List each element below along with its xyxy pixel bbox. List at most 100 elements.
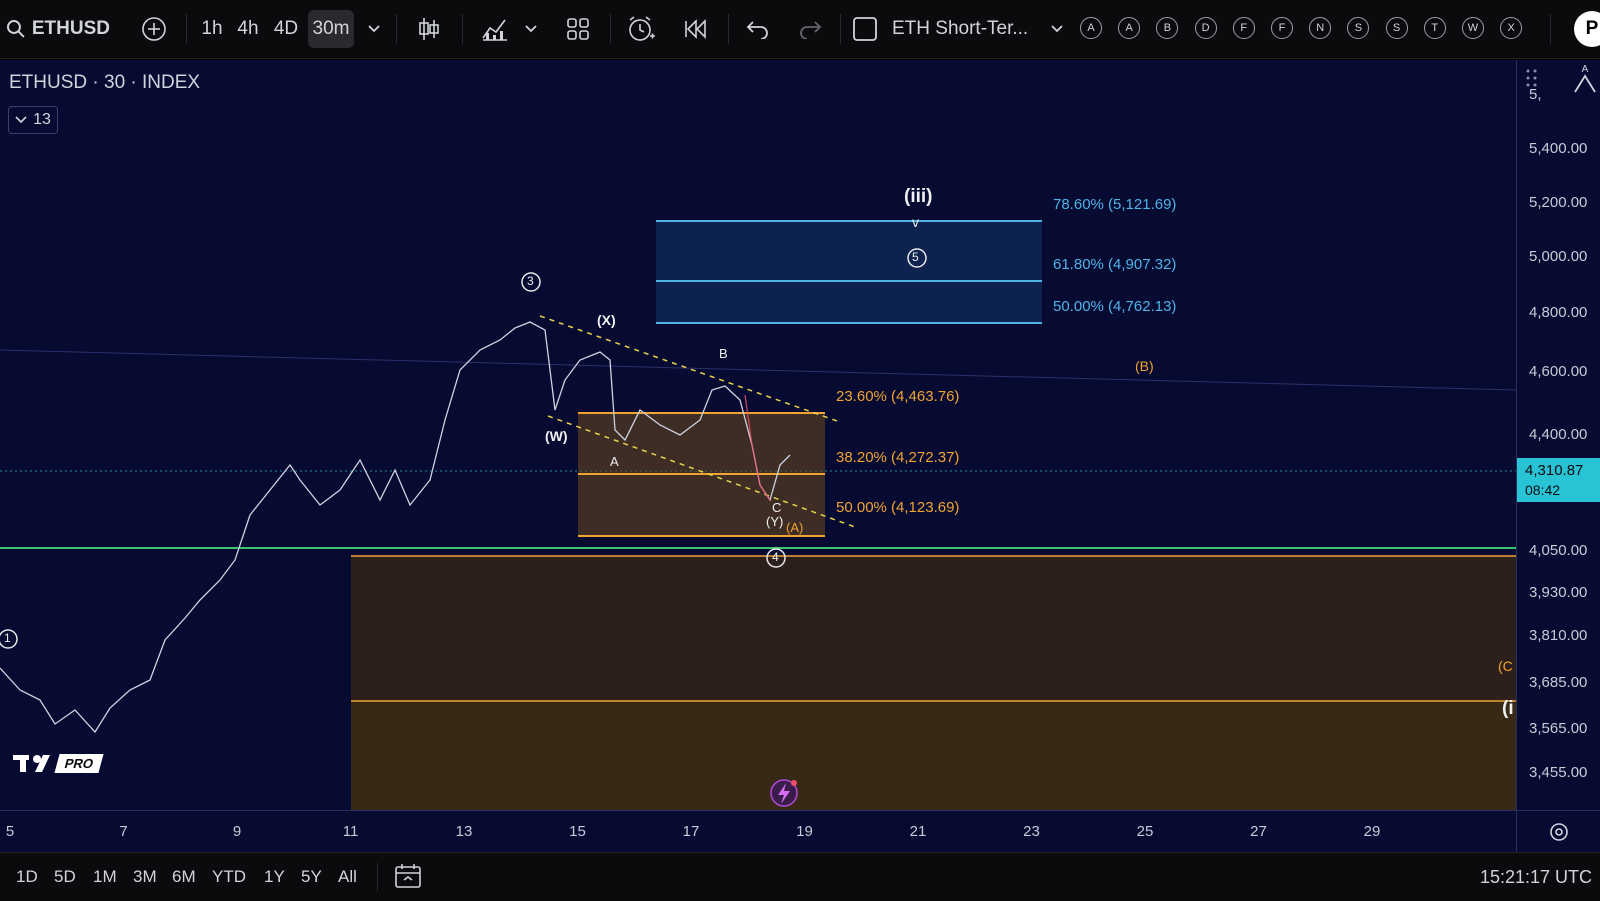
- top-toolbar: ETHUSD 1h 4h 4D 30m ETH Short-Ter... A A…: [0, 0, 1600, 59]
- watchlist-letter-w[interactable]: W: [1462, 17, 1484, 39]
- range-button-3m[interactable]: 3M: [133, 867, 157, 887]
- indicators-icon: [482, 19, 507, 41]
- price-axis-label: 4,400.00: [1529, 426, 1588, 443]
- square-icon: [853, 17, 877, 41]
- wave-label-w: (W): [545, 428, 568, 444]
- fib-upper-label-500: 50.00% (4,762.13): [1053, 298, 1177, 315]
- redo-button[interactable]: [794, 10, 826, 48]
- chevron-down-icon: [15, 116, 27, 124]
- watchlist-letter-x[interactable]: X: [1500, 17, 1523, 39]
- price-axis-label: 4,800.00: [1529, 304, 1588, 321]
- price-axis-label: 3,455.00: [1529, 764, 1588, 781]
- chart-legend-title: ETHUSD · 30 · INDEX: [9, 72, 201, 93]
- redo-icon: [800, 21, 822, 39]
- layout-grid-button[interactable]: [562, 10, 594, 48]
- watchlist-letter-b[interactable]: B: [1156, 17, 1179, 39]
- indicator-count: 13: [33, 111, 51, 128]
- chart-type-button[interactable]: [412, 10, 446, 48]
- settings-gear-icon[interactable]: [1547, 820, 1571, 844]
- add-circle-icon: [142, 17, 166, 41]
- wave-label-b: B: [719, 346, 728, 361]
- price-axis-label: 3,685.00: [1529, 674, 1588, 691]
- go-to-date-button[interactable]: [394, 863, 424, 891]
- indicators-button[interactable]: [478, 10, 512, 48]
- utc-clock[interactable]: 15:21:17 UTC: [1480, 867, 1592, 888]
- price-axis-label: 5,200.00: [1529, 194, 1588, 211]
- timeframe-dropdown[interactable]: [362, 10, 386, 48]
- auto-scale-icon[interactable]: A: [1573, 62, 1597, 96]
- range-button-6m[interactable]: 6M: [172, 867, 196, 887]
- price-axis-label: 3,565.00: [1529, 720, 1588, 737]
- layout-checkbox[interactable]: [850, 10, 880, 48]
- price-axis-label: 4,600.00: [1529, 363, 1588, 380]
- current-price-badge: 4,310.87 08:42: [1517, 458, 1600, 502]
- wave-label-paren-b: (B): [1135, 358, 1154, 374]
- timeframe-4d[interactable]: 4D: [268, 10, 304, 48]
- tradingview-logo: PRO: [13, 752, 104, 774]
- alarm-clock-icon: [629, 16, 655, 41]
- layout-name[interactable]: ETH Short-Ter...: [892, 10, 1032, 48]
- time-axis-label: 29: [1363, 823, 1381, 840]
- time-axis-label: 5: [5, 823, 15, 840]
- layout-dropdown[interactable]: [1046, 10, 1068, 48]
- alert-dot: [791, 780, 797, 786]
- watchlist-letter-s[interactable]: S: [1385, 17, 1408, 39]
- time-axis-label: 25: [1136, 823, 1154, 840]
- undo-icon: [746, 21, 768, 39]
- watchlist-letter-t[interactable]: T: [1423, 17, 1446, 39]
- current-price-value: 4,310.87: [1525, 462, 1584, 479]
- range-button-ytd[interactable]: YTD: [212, 867, 246, 887]
- wave-label-paren-i: (i: [1502, 698, 1514, 719]
- time-axis-label: 17: [682, 823, 700, 840]
- chevron-down-icon: [525, 25, 537, 33]
- price-axis[interactable]: 5, 5,400.00 5,200.00 5,000.00 4,800.00 4,600.…: [1516, 60, 1600, 810]
- price-axis-label: 5,000.00: [1529, 248, 1588, 265]
- time-axis-label: 23: [1023, 823, 1040, 840]
- timeframe-1h[interactable]: 1h: [196, 10, 228, 48]
- range-button-1d[interactable]: 1D: [16, 867, 38, 887]
- watchlist-letter-f[interactable]: F: [1232, 17, 1255, 39]
- time-axis[interactable]: 5 7 9 11 13 15 17 19 21 23 25 27 29: [0, 810, 1516, 853]
- alert-button[interactable]: [624, 10, 658, 48]
- candlestick-icon: [419, 18, 439, 40]
- tradingview-logo-mark: [13, 755, 50, 772]
- chart-pane[interactable]: ETHUSD · 30 · INDEX 13 78.60% (5,121.69)…: [0, 60, 1516, 810]
- price-axis-label: 5,400.00: [1529, 140, 1588, 157]
- watchlist-letter-n[interactable]: N: [1309, 17, 1332, 39]
- time-axis-label: 11: [342, 823, 359, 840]
- chevron-down-icon: [368, 25, 380, 33]
- range-button-1y[interactable]: 1Y: [264, 867, 285, 887]
- range-button-all[interactable]: All: [338, 867, 357, 887]
- watchlist-letter-s[interactable]: S: [1347, 17, 1370, 39]
- wave-label-paren-a: (A): [786, 520, 804, 535]
- timeframe-4h[interactable]: 4h: [232, 10, 264, 48]
- demand-zone-lower: [351, 701, 1516, 810]
- indicators-dropdown[interactable]: [520, 10, 542, 48]
- bottom-toolbar: 1D 5D 1M 3M 6M YTD 1Y 5Y All 15:21:17 UTC: [0, 852, 1600, 901]
- time-axis-label: 13: [455, 823, 473, 840]
- replay-button[interactable]: [680, 10, 712, 48]
- axis-corner: [1516, 810, 1600, 853]
- watchlist-letter-a[interactable]: A: [1118, 17, 1141, 39]
- range-button-5d[interactable]: 5D: [54, 867, 76, 887]
- compare-symbol-button[interactable]: [138, 10, 170, 48]
- range-button-1m[interactable]: 1M: [93, 867, 117, 887]
- drag-handle-icon[interactable]: [1523, 66, 1541, 92]
- fib-upper-label-786: 78.60% (5,121.69): [1053, 196, 1177, 213]
- range-button-5y[interactable]: 5Y: [301, 867, 322, 887]
- chart-canvas[interactable]: [0, 60, 1516, 810]
- undo-button[interactable]: [742, 10, 774, 48]
- time-axis-label: 21: [909, 823, 927, 840]
- symbol-search-button[interactable]: ETHUSD: [6, 10, 110, 48]
- fib-upper-label-618: 61.80% (4,907.32): [1053, 256, 1177, 273]
- watchlist-letter-a[interactable]: A: [1080, 17, 1102, 39]
- watchlist-letter-d[interactable]: D: [1194, 17, 1217, 39]
- timeframe-30m[interactable]: 30m: [308, 10, 354, 48]
- wave-label-y: (Y): [766, 514, 784, 529]
- watchlist-letter-f[interactable]: F: [1271, 17, 1293, 39]
- profile-avatar[interactable]: P: [1574, 11, 1600, 47]
- wave-label-v: v: [912, 214, 919, 230]
- wave-label-iii: (iii): [904, 186, 933, 207]
- time-axis-label: 27: [1250, 823, 1267, 840]
- indicators-collapse-toggle[interactable]: 13: [8, 106, 58, 134]
